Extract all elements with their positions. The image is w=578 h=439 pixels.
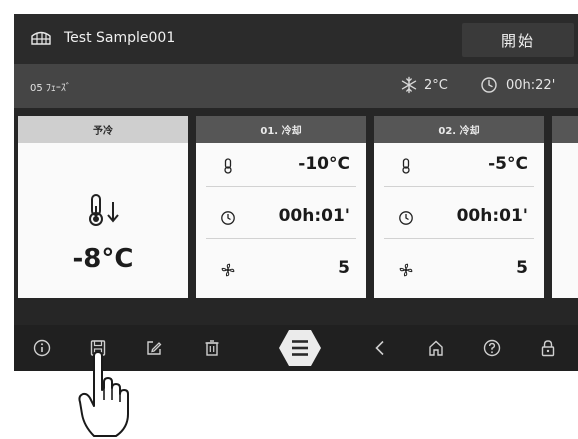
time-value: 00h:01'	[456, 206, 528, 226]
time-row: 00h:01'	[206, 198, 356, 239]
temperature-value: -10°C	[298, 154, 350, 174]
temperature-row: -5°C	[384, 146, 534, 187]
card-title: 02. 冷却	[374, 116, 544, 143]
device-screen: Test Sample001 開始 05 ﾌｪｰｽﾞ 2°C 00h:22' 予…	[14, 14, 578, 371]
help-icon[interactable]	[482, 338, 502, 358]
thermometer-icon	[224, 158, 232, 174]
thermometer-down-icon	[89, 194, 119, 226]
temperature-value: -5°C	[488, 154, 528, 174]
precool-card[interactable]: 予冷 -8°C	[18, 116, 188, 298]
card-title: 01. 冷却	[196, 116, 366, 143]
start-button[interactable]: 開始	[462, 23, 574, 57]
time-value: 00h:01'	[278, 206, 350, 226]
edit-icon[interactable]	[144, 338, 164, 358]
thermometer-icon	[402, 158, 410, 174]
back-icon[interactable]	[370, 338, 390, 358]
phase-count: 05 ﾌｪｰｽﾞ	[30, 83, 71, 94]
clock-icon	[481, 77, 497, 93]
phase-card-1[interactable]: 01. 冷却 -10°C 00h:01' 5	[196, 116, 366, 298]
time-row: 00h:01'	[384, 198, 534, 239]
fan-icon	[221, 263, 235, 277]
phase-card-2[interactable]: 02. 冷却 -5°C 00h:01' 5	[374, 116, 544, 298]
phase-cards: 予冷 -8°C 01. 冷却 -10°C 00h:01' 5 02. 冷却 -5…	[14, 116, 578, 298]
phase-card-3-partial[interactable]	[552, 116, 578, 298]
info-icon[interactable]	[32, 338, 52, 358]
fan-icon	[399, 263, 413, 277]
chamber-temperature: 2°C	[424, 78, 448, 93]
fan-row: 5	[384, 250, 534, 290]
fan-value: 5	[516, 258, 528, 278]
clock-icon	[399, 211, 413, 225]
status-bar: 05 ﾌｪｰｽﾞ 2°C 00h:22'	[14, 64, 578, 108]
snowflake-icon	[401, 76, 417, 94]
precool-temperature: -8°C	[72, 244, 134, 274]
elapsed-time: 00h:22'	[506, 78, 556, 93]
sample-name: Test Sample001	[64, 30, 176, 46]
clock-icon	[221, 211, 235, 225]
card-title-partial	[552, 116, 578, 143]
pointing-hand-icon	[78, 352, 129, 437]
fan-value: 5	[338, 258, 350, 278]
home-icon[interactable]	[426, 338, 446, 358]
delete-icon[interactable]	[202, 338, 222, 358]
card-title: 予冷	[18, 116, 188, 143]
lock-icon[interactable]	[538, 338, 558, 358]
top-bar: Test Sample001 開始	[14, 14, 578, 64]
trays-icon	[31, 31, 51, 45]
menu-icon[interactable]	[278, 329, 322, 367]
temperature-row: -10°C	[206, 146, 356, 187]
fan-row: 5	[206, 250, 356, 290]
